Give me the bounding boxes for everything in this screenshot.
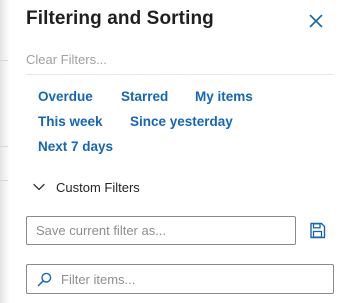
quick-filter-since-yesterday[interactable]: Since yesterday <box>130 114 233 129</box>
quick-filter-next-7-days[interactable]: Next 7 days <box>38 139 113 154</box>
clear-filters-link[interactable]: Clear Filters... <box>26 52 107 67</box>
app-root: Filtering and Sorting Clear Filters... O… <box>0 0 347 303</box>
divider <box>26 74 333 75</box>
filtering-sorting-panel: Filtering and Sorting Clear Filters... O… <box>10 0 347 303</box>
quick-filter-starred[interactable]: Starred <box>121 89 168 104</box>
custom-filters-toggle[interactable]: Custom Filters <box>32 178 140 196</box>
filter-items-search <box>26 264 334 294</box>
search-icon <box>37 272 52 287</box>
background-divider <box>0 60 8 61</box>
save-icon <box>310 222 326 239</box>
quick-filter-this-week[interactable]: This week <box>38 114 103 129</box>
panel-title: Filtering and Sorting <box>26 8 214 29</box>
chevron-down-icon <box>33 183 45 191</box>
save-filter-input[interactable] <box>26 216 296 245</box>
quick-filter-overdue[interactable]: Overdue <box>38 89 93 104</box>
save-filter-button[interactable] <box>309 222 326 239</box>
custom-filters-label: Custom Filters <box>56 179 140 195</box>
filter-items-input[interactable] <box>61 265 329 293</box>
background-divider <box>0 180 8 181</box>
quick-filter-my-items[interactable]: My items <box>195 89 253 104</box>
close-icon <box>309 14 323 28</box>
background-window-edge <box>0 0 10 303</box>
background-divider <box>0 146 8 147</box>
close-button[interactable] <box>306 11 326 31</box>
